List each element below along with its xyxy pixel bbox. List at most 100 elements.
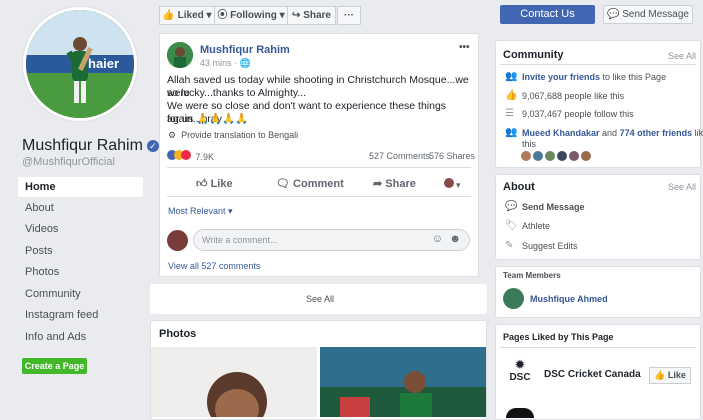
pencil-icon: ✎ bbox=[505, 240, 514, 251]
friend-avatar[interactable] bbox=[521, 151, 531, 161]
emoji-icon[interactable]: ☺ bbox=[432, 233, 443, 245]
sort-comments-dropdown[interactable]: Most Relevant ▾ bbox=[168, 206, 233, 217]
like-action[interactable]: 👍︎ Like bbox=[196, 177, 233, 190]
comment-placeholder: Write a comment... bbox=[202, 235, 278, 245]
friend-avatar[interactable] bbox=[581, 151, 591, 161]
friend-avatar[interactable] bbox=[557, 151, 567, 161]
photo-thumbnail[interactable] bbox=[151, 347, 317, 417]
likes-icon: 👍 bbox=[505, 90, 518, 101]
friend-avatars[interactable] bbox=[521, 150, 593, 164]
contact-us-button[interactable]: Contact Us bbox=[500, 5, 595, 24]
share-button[interactable]: ↪ Share bbox=[287, 6, 336, 25]
chevron-down-icon: ▾ bbox=[279, 10, 285, 21]
photos-title: Photos bbox=[159, 328, 197, 340]
comments-count[interactable]: 527 Comments bbox=[369, 151, 430, 161]
commenter-avatar bbox=[167, 230, 188, 251]
thumbs-up-icon: 👍 bbox=[654, 370, 666, 380]
team-title: Team Members bbox=[503, 271, 561, 280]
globe-icon: 🌐 bbox=[239, 58, 251, 68]
nav-home[interactable]: Home bbox=[18, 177, 143, 197]
post-as-selector[interactable]: ▾ bbox=[444, 178, 461, 191]
friend-avatar[interactable] bbox=[569, 151, 579, 161]
nav-community[interactable]: Community bbox=[18, 284, 143, 304]
photo-image bbox=[151, 347, 317, 417]
cricket-ball-icon: ✹ bbox=[514, 357, 526, 372]
community-title: Community bbox=[503, 49, 564, 61]
create-page-button[interactable]: Create a Page bbox=[22, 358, 87, 374]
friends-icon: 👥 bbox=[505, 127, 518, 138]
reactions-summary[interactable]: 7.9K bbox=[167, 150, 214, 162]
profile-photo: haier bbox=[26, 10, 134, 118]
team-member-name[interactable]: Mushfique Ahmed bbox=[530, 294, 608, 304]
pages-liked-title: Pages Liked by This Page bbox=[503, 332, 614, 342]
suggest-edits-link[interactable]: Suggest Edits bbox=[522, 241, 578, 251]
about-see-all[interactable]: See All bbox=[668, 182, 696, 192]
nav-photos[interactable]: Photos bbox=[18, 262, 143, 282]
dsc-logo-text: DSC bbox=[509, 372, 531, 383]
liked-button[interactable]: 👍 Liked ▾ bbox=[159, 6, 215, 25]
friend-avatar[interactable] bbox=[533, 151, 543, 161]
team-member-avatar[interactable] bbox=[503, 288, 524, 309]
follows-count: 9,037,467 people follow this bbox=[522, 109, 634, 119]
post-author-avatar[interactable] bbox=[167, 42, 193, 68]
share-arrow-icon: ↪ bbox=[292, 10, 301, 21]
friend-avatar[interactable] bbox=[545, 151, 555, 161]
comment-action[interactable]: 🗨 Comment bbox=[276, 177, 344, 190]
nav-videos[interactable]: Videos bbox=[18, 219, 143, 239]
next-page-logo[interactable] bbox=[506, 408, 534, 418]
invite-friends-row[interactable]: Invite your friends to like this Page bbox=[522, 72, 666, 82]
love-reaction-icon bbox=[181, 150, 191, 160]
following-button[interactable]: ⦿ Following ▾ bbox=[214, 6, 288, 25]
about-title: About bbox=[503, 181, 535, 193]
thumbs-up-icon: 👍︎ bbox=[196, 178, 208, 190]
messenger-icon: 💬 bbox=[505, 201, 518, 212]
liked-page-name[interactable]: DSC Cricket Canada bbox=[544, 369, 641, 380]
shares-count[interactable]: 576 Shares bbox=[429, 151, 475, 161]
profile-picture[interactable]: haier bbox=[23, 7, 137, 121]
page-handle: @MushfiqurOfficial bbox=[22, 156, 115, 168]
likes-count: 9,067,688 people like this bbox=[522, 91, 625, 101]
sticker-icon[interactable]: ☻ bbox=[449, 233, 461, 245]
follows-icon: ☰ bbox=[505, 108, 514, 119]
post-text-line: so lucky...thanks to Almighty... bbox=[167, 87, 307, 99]
tag-icon: 🏷 bbox=[505, 220, 518, 231]
more-button[interactable]: ··· bbox=[337, 6, 361, 25]
friends-like-row[interactable]: Mueed Khandakar and 774 other friends li… bbox=[522, 128, 703, 138]
nav-info-and-ads[interactable]: Info and Ads bbox=[18, 327, 143, 347]
divider bbox=[167, 196, 471, 197]
nav-instagram-feed[interactable]: Instagram feed bbox=[18, 305, 143, 325]
divider bbox=[167, 167, 471, 168]
view-all-comments-link[interactable]: View all 527 comments bbox=[168, 261, 260, 271]
send-message-button[interactable]: 💬 Send Message bbox=[603, 5, 693, 24]
svg-text:haier: haier bbox=[88, 56, 119, 71]
avatar-photo bbox=[167, 42, 193, 68]
page-name[interactable]: Mushfiqur Rahim ✓ bbox=[22, 137, 159, 155]
share-action[interactable]: ➦ Share bbox=[373, 177, 416, 190]
gear-icon: ⚙ bbox=[168, 130, 177, 140]
about-category[interactable]: Athlete bbox=[522, 221, 550, 231]
post-text-line: for us 🙏🙏🙏🙏 bbox=[167, 113, 249, 125]
comment-input[interactable]: Write a comment... ☺ ☻ bbox=[193, 229, 470, 251]
photo-image bbox=[320, 347, 486, 417]
speech-bubble-icon: 🗨 bbox=[276, 178, 290, 190]
divider bbox=[500, 64, 696, 65]
nav-about[interactable]: About bbox=[18, 198, 143, 218]
post-options-icon[interactable]: ••• bbox=[459, 42, 470, 53]
verified-badge-icon: ✓ bbox=[146, 140, 159, 152]
translate-link[interactable]: ⚙ Provide translation to Bengali bbox=[168, 130, 298, 141]
post-author-name[interactable]: Mushfiqur Rahim bbox=[200, 44, 290, 56]
community-see-all[interactable]: See All bbox=[668, 51, 696, 61]
about-send-message[interactable]: Send Message bbox=[522, 202, 585, 212]
avatar bbox=[444, 178, 454, 188]
post-time[interactable]: 43 mins · 🌐 bbox=[200, 58, 251, 69]
invite-icon: 👥 bbox=[505, 71, 518, 82]
divider bbox=[500, 347, 696, 348]
dsc-logo[interactable]: ✹ DSC bbox=[506, 358, 534, 390]
nav-posts[interactable]: Posts bbox=[18, 241, 143, 261]
see-all-link[interactable]: See All bbox=[306, 294, 334, 304]
chevron-down-icon: ▾ bbox=[206, 10, 212, 21]
thumbs-up-icon: 👍 bbox=[162, 10, 175, 21]
photo-thumbnail[interactable] bbox=[320, 347, 486, 417]
like-page-button[interactable]: 👍 Like bbox=[649, 367, 691, 384]
messenger-icon: 💬 bbox=[607, 9, 620, 20]
